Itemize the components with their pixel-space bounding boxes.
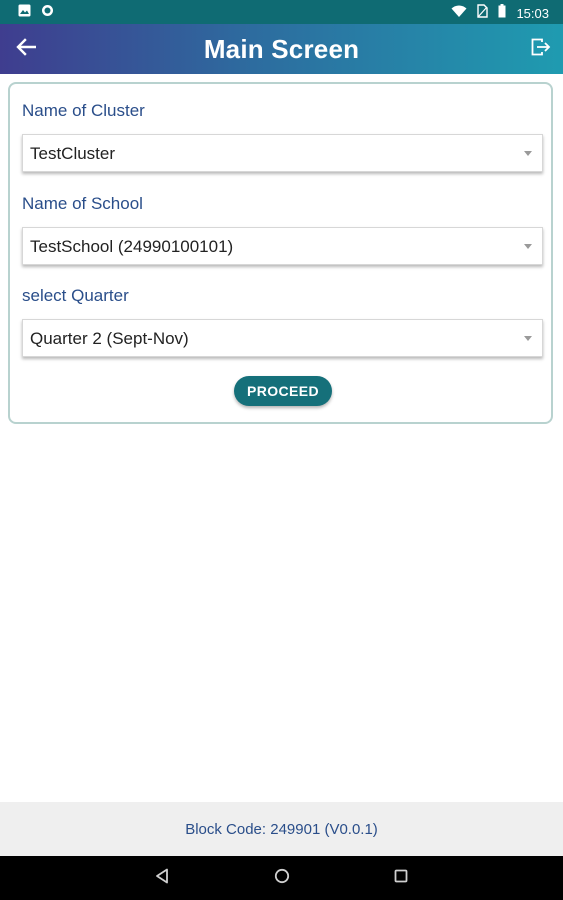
selection-card: Name of Cluster TestCluster Name of Scho… <box>8 82 553 424</box>
wifi-icon <box>451 5 467 23</box>
nav-home-icon <box>274 868 290 889</box>
nav-recents-icon <box>394 869 408 888</box>
page-title: Main Screen <box>203 34 360 64</box>
nav-home-button[interactable] <box>272 868 292 888</box>
block-code-text: Block Code: 249901 (V0.0.1) <box>185 820 378 838</box>
nav-back-icon <box>155 868 169 889</box>
quarter-label: select Quarter <box>22 286 129 305</box>
status-bar: 15:03 <box>0 0 563 24</box>
dropdown-arrow-icon <box>524 151 532 156</box>
school-dropdown[interactable]: TestSchool (24990100101) <box>22 227 543 265</box>
status-time: 15:03 <box>516 5 549 21</box>
logout-button[interactable] <box>527 36 555 62</box>
circle-icon <box>41 4 54 22</box>
dropdown-arrow-icon <box>524 244 532 249</box>
nav-back-button[interactable] <box>152 868 172 888</box>
dropdown-arrow-icon <box>524 336 532 341</box>
proceed-button[interactable]: PROCEED <box>234 376 332 406</box>
app-bar: Main Screen <box>0 24 563 74</box>
quarter-value: Quarter 2 (Sept-Nov) <box>30 329 189 348</box>
school-value: TestSchool (24990100101) <box>30 237 234 256</box>
logout-icon <box>531 38 551 61</box>
cluster-dropdown[interactable]: TestCluster <box>22 134 543 172</box>
footer: Block Code: 249901 (V0.0.1) <box>0 802 563 856</box>
quarter-dropdown[interactable]: Quarter 2 (Sept-Nov) <box>22 319 543 357</box>
cluster-label: Name of Cluster <box>22 101 145 120</box>
status-right-icons: 15:03 <box>451 4 549 23</box>
notification-image-icon <box>18 4 31 22</box>
status-left-icons <box>18 4 54 22</box>
no-sim-icon <box>477 4 489 23</box>
school-label: Name of School <box>22 194 143 213</box>
battery-icon <box>498 4 506 23</box>
nav-recents-button[interactable] <box>391 868 411 888</box>
navigation-bar <box>0 856 563 900</box>
cluster-value: TestCluster <box>30 144 116 163</box>
